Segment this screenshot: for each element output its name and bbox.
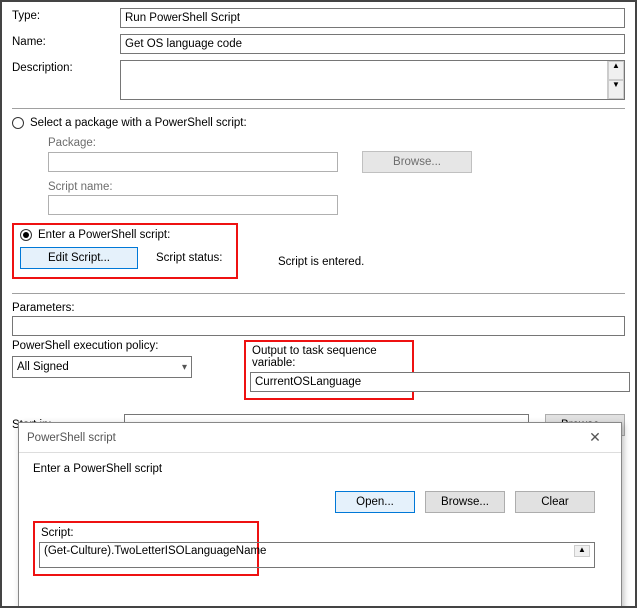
name-label: Name:	[12, 34, 120, 48]
separator	[12, 108, 625, 109]
radio-icon[interactable]	[12, 117, 24, 129]
description-field[interactable]: ▲ ▼	[120, 60, 625, 100]
parameters-field[interactable]	[12, 316, 625, 336]
package-field	[48, 152, 338, 172]
script-textarea[interactable]: (Get-Culture).TwoLetterISOLanguageName ▲	[39, 542, 595, 568]
highlight-enter-script: Enter a PowerShell script: Edit Script..…	[12, 223, 238, 279]
package-label: Package:	[48, 137, 625, 149]
edit-script-button[interactable]: Edit Script...	[20, 247, 138, 269]
script-content: (Get-Culture).TwoLetterISOLanguageName	[44, 545, 266, 557]
radio-enter-script[interactable]: Enter a PowerShell script:	[20, 229, 230, 241]
name-row: Name:	[12, 34, 625, 54]
name-field[interactable]	[120, 34, 625, 54]
type-row: Type:	[12, 8, 625, 28]
parameters-label: Parameters:	[12, 302, 625, 314]
package-browse-button: Browse...	[362, 151, 472, 173]
script-label: Script:	[41, 527, 251, 539]
description-label: Description:	[12, 60, 120, 74]
scroll-up-icon[interactable]: ▲	[608, 61, 624, 80]
highlight-script: Script: (Get-Culture).TwoLetterISOLangua…	[33, 521, 259, 576]
script-status-label: Script status:	[156, 252, 222, 264]
chevron-down-icon: ▾	[182, 362, 187, 373]
clear-button[interactable]: Clear	[515, 491, 595, 513]
properties-panel: Type: Name: Description: ▲ ▼ Sele	[0, 0, 637, 608]
highlight-output-variable: Output to task sequence variable:	[244, 340, 414, 400]
scriptname-label: Script name:	[48, 181, 625, 193]
package-section: Package: Browse... Script name:	[12, 137, 625, 215]
output-variable-field[interactable]	[250, 372, 630, 392]
dialog-prompt: Enter a PowerShell script	[33, 463, 607, 475]
type-field[interactable]	[120, 8, 625, 28]
description-row: Description: ▲ ▼	[12, 60, 625, 100]
scroll-up-icon[interactable]: ▲	[574, 545, 590, 557]
output-variable-label: Output to task sequence variable:	[252, 345, 406, 369]
dialog-browse-button[interactable]: Browse...	[425, 491, 505, 513]
scroll-down-icon[interactable]: ▼	[608, 80, 624, 99]
policy-select-value: All Signed	[17, 361, 69, 373]
radio-enter-script-label: Enter a PowerShell script:	[38, 229, 170, 241]
policy-select[interactable]: All Signed ▾	[12, 356, 192, 378]
open-button[interactable]: Open...	[335, 491, 415, 513]
type-label: Type:	[12, 8, 120, 22]
scriptname-field	[48, 195, 338, 215]
radio-select-package[interactable]: Select a package with a PowerShell scrip…	[12, 117, 625, 129]
close-icon[interactable]: ✕	[577, 426, 613, 450]
policy-label: PowerShell execution policy:	[12, 340, 212, 352]
script-status-value: Script is entered.	[278, 256, 364, 268]
separator	[12, 293, 625, 294]
radio-select-package-label: Select a package with a PowerShell scrip…	[30, 117, 247, 129]
dialog-title: PowerShell script	[27, 432, 116, 444]
radio-icon[interactable]	[20, 229, 32, 241]
powershell-script-dialog: PowerShell script ✕ Enter a PowerShell s…	[18, 422, 622, 608]
